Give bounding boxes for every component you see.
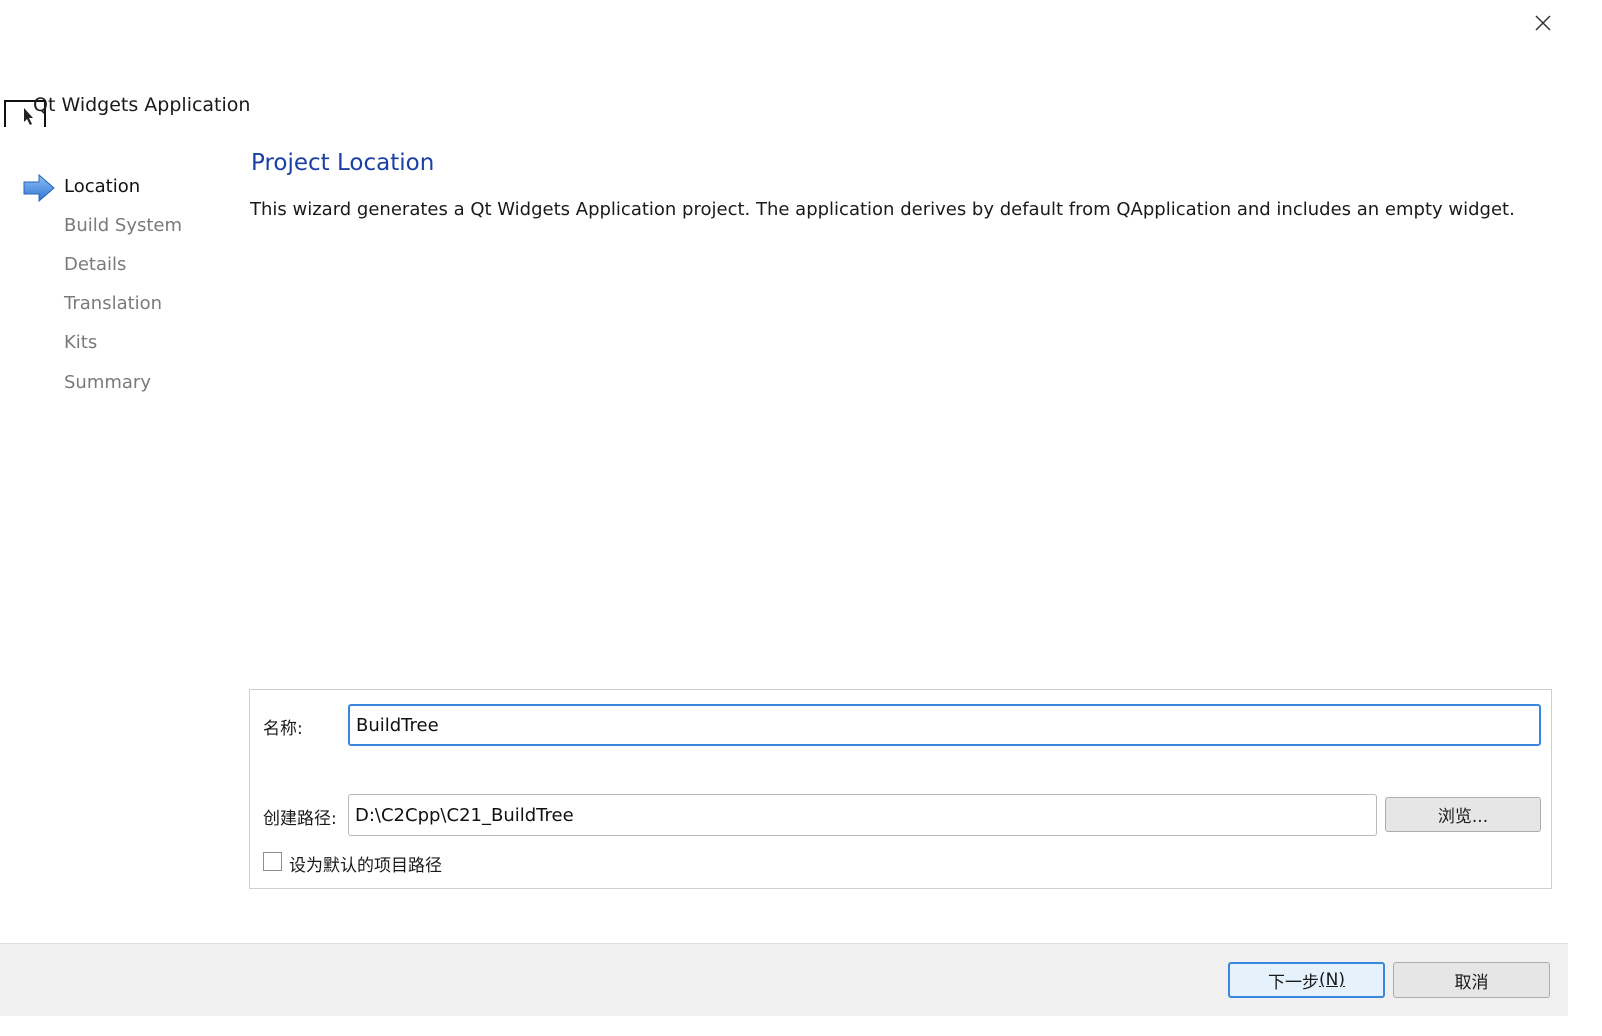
project-path-input[interactable]	[348, 794, 1377, 836]
name-label: 名称:	[263, 719, 303, 739]
project-location-form: 名称: 创建路径: 浏览... 设为默认的项目路径	[249, 689, 1552, 889]
page-title: Project Location	[251, 150, 435, 176]
page-description: This wizard generates a Qt Widgets Appli…	[250, 199, 1515, 220]
close-icon	[1535, 15, 1551, 31]
wizard-footer: 下一步 (N) 取消	[0, 943, 1568, 1016]
next-button-label: 下一步	[1268, 972, 1319, 993]
wizard-title: Qt Widgets Application	[33, 94, 251, 116]
close-button[interactable]	[1528, 8, 1558, 38]
browse-button[interactable]: 浏览...	[1385, 797, 1541, 832]
next-button-mnemonic: (N)	[1319, 970, 1345, 990]
default-path-checkbox[interactable]	[263, 852, 282, 871]
step-kits: Kits	[64, 332, 98, 353]
step-details: Details	[64, 254, 127, 275]
path-label: 创建路径:	[263, 809, 337, 829]
current-step-arrow-icon	[23, 173, 55, 203]
step-location: Location	[64, 176, 141, 197]
default-path-checkbox-label[interactable]: 设为默认的项目路径	[289, 851, 442, 876]
cancel-button[interactable]: 取消	[1393, 962, 1550, 998]
step-translation: Translation	[64, 293, 163, 314]
project-name-input[interactable]	[348, 704, 1541, 746]
step-build-system: Build System	[64, 215, 183, 236]
next-button[interactable]: 下一步 (N)	[1228, 962, 1385, 998]
step-summary: Summary	[64, 372, 151, 393]
